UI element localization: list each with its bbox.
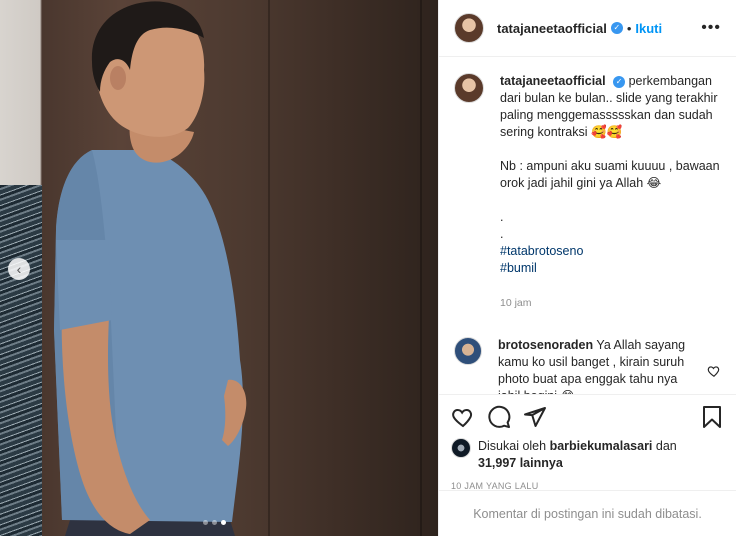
caption-time[interactable]: 10 jam bbox=[500, 295, 721, 312]
carousel-dot bbox=[203, 520, 208, 525]
carousel-prev-button[interactable]: ‹ bbox=[8, 258, 30, 280]
likes-suffix: dan bbox=[655, 439, 677, 453]
action-bar: Disukai oleh barbiekumalasari dan 31,997… bbox=[439, 394, 736, 491]
follow-button[interactable]: Ikuti bbox=[635, 21, 662, 36]
verified-badge-icon: ✓ bbox=[613, 75, 626, 88]
like-heart-icon[interactable] bbox=[451, 405, 475, 429]
caption-username[interactable]: tatajaneetaofficial bbox=[500, 74, 606, 88]
avatar[interactable] bbox=[451, 438, 471, 458]
post-sidebar: tatajaneetaofficial ✓ • Ikuti ••• tataja… bbox=[438, 0, 736, 536]
hashtag-link[interactable]: #bumil bbox=[500, 260, 721, 277]
likes-count[interactable]: 31,997 lainnya bbox=[478, 456, 563, 470]
action-icons bbox=[451, 403, 724, 431]
caption: tatajaneetaofficial ✓ perkembangan dari … bbox=[454, 73, 721, 312]
bookmark-icon[interactable] bbox=[700, 405, 724, 429]
likes-summary: Disukai oleh barbiekumalasari dan 31,997… bbox=[451, 438, 724, 472]
post-header: tatajaneetaofficial ✓ • Ikuti ••• bbox=[439, 0, 736, 57]
comments-limited-notice: Komentar di postingan ini sudah dibatasi… bbox=[439, 490, 736, 536]
more-horizontal-icon[interactable]: ••• bbox=[701, 19, 721, 37]
carousel-dot bbox=[212, 520, 217, 525]
comment-body: brotosenoraden Ya Allah sayang kamu ko u… bbox=[498, 337, 701, 394]
person-figure bbox=[54, 1, 247, 536]
post-photo: ‹ bbox=[0, 0, 438, 536]
carousel-dot-active bbox=[221, 520, 226, 525]
likes-text: Disukai oleh barbiekumalasari dan 31,997… bbox=[478, 438, 677, 472]
avatar[interactable] bbox=[454, 73, 484, 103]
avatar[interactable] bbox=[454, 13, 484, 43]
comment: brotosenoraden Ya Allah sayang kamu ko u… bbox=[454, 337, 721, 394]
share-icon[interactable] bbox=[523, 405, 547, 429]
post-username[interactable]: tatajaneetaofficial bbox=[497, 21, 607, 36]
verified-badge-icon: ✓ bbox=[610, 22, 623, 34]
comments-section: tatajaneetaofficial ✓ perkembangan dari … bbox=[439, 57, 736, 394]
comment-icon[interactable] bbox=[487, 405, 511, 429]
comment-username[interactable]: brotosenoraden bbox=[498, 338, 593, 352]
carousel-dots bbox=[203, 520, 226, 525]
caption-body: tatajaneetaofficial ✓ perkembangan dari … bbox=[500, 73, 721, 312]
avatar[interactable] bbox=[454, 337, 482, 365]
caption-text: perkembangan dari bulan ke bulan.. slide… bbox=[500, 74, 720, 241]
heart-icon[interactable] bbox=[707, 337, 721, 394]
hashtag-link[interactable]: #tatabrotoseno bbox=[500, 243, 721, 260]
liker-username[interactable]: barbiekumalasari bbox=[550, 439, 653, 453]
separator: • bbox=[626, 20, 632, 36]
chevron-left-icon: ‹ bbox=[16, 261, 22, 277]
likes-prefix: Disukai oleh bbox=[478, 439, 547, 453]
